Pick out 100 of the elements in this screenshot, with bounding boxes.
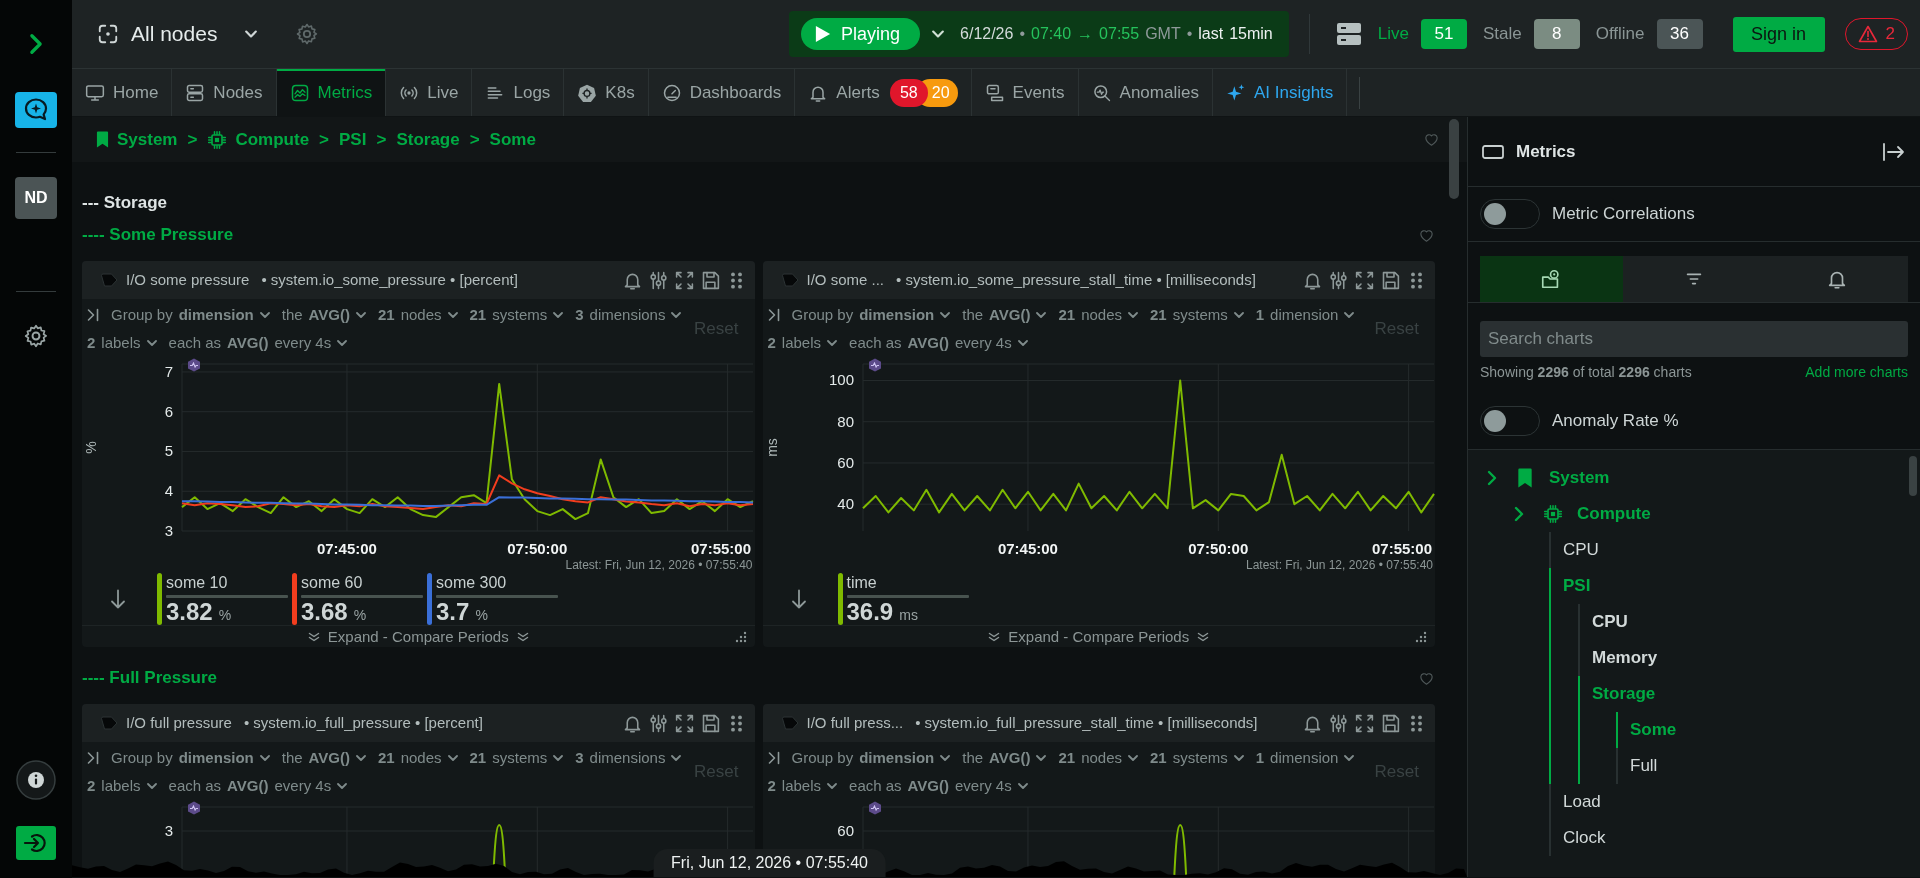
sliders-icon[interactable] xyxy=(1328,269,1349,291)
space-avatar[interactable]: ND xyxy=(15,177,57,219)
tree-item[interactable]: Clock xyxy=(1551,820,1920,856)
anomaly-icon[interactable] xyxy=(868,801,881,815)
arrow-down-icon[interactable] xyxy=(790,589,807,609)
scrollbar-thumb[interactable] xyxy=(1909,456,1917,496)
fullscreen-icon[interactable] xyxy=(673,712,695,734)
resize-grip-icon[interactable] xyxy=(1415,631,1427,644)
tree-item[interactable]: CPU xyxy=(1580,604,1920,640)
count-badge[interactable]: 8 xyxy=(1533,19,1580,49)
nav-tab[interactable]: K8s xyxy=(564,69,649,116)
breadcrumb-link[interactable]: PSI xyxy=(339,126,367,153)
dropdown-button[interactable]: the AVG() xyxy=(962,746,1047,770)
collapse-icon[interactable] xyxy=(767,308,780,322)
server-icon[interactable] xyxy=(1335,22,1362,46)
nav-tab[interactable]: Live xyxy=(386,69,473,116)
breadcrumb-link[interactable]: Compute xyxy=(207,126,310,153)
sliders-icon[interactable] xyxy=(647,269,669,291)
dropdown-button[interactable]: 21 systems xyxy=(1150,303,1244,327)
resize-grip-icon[interactable] xyxy=(734,631,747,644)
dropdown-button[interactable]: the AVG() xyxy=(281,303,366,327)
dropdown-button[interactable]: 21 nodes xyxy=(377,746,458,770)
dropdown-button[interactable]: the AVG() xyxy=(962,303,1047,327)
dropdown-button[interactable]: each as AVG() every 4s xyxy=(168,774,348,798)
enter-icon[interactable] xyxy=(16,826,56,860)
play-button[interactable]: Playing xyxy=(801,18,921,50)
anomaly-icon[interactable] xyxy=(868,358,881,372)
expand-button[interactable]: Expand - Compare Periods xyxy=(307,626,529,647)
fullscreen-icon[interactable] xyxy=(1354,269,1375,291)
tree-item[interactable]: Full xyxy=(1618,748,1920,784)
chat-icon[interactable] xyxy=(15,92,57,128)
settings-icon[interactable] xyxy=(23,323,49,349)
sliders-icon[interactable] xyxy=(647,712,669,734)
dropdown-button[interactable]: 3 dimensions xyxy=(575,746,682,770)
search-field[interactable]: Search charts xyxy=(1480,321,1908,357)
tree-item[interactable]: System xyxy=(1468,460,1920,496)
panel-tab[interactable] xyxy=(1480,256,1623,302)
scrollbar-thumb[interactable] xyxy=(1449,119,1459,199)
chevron-right-icon[interactable] xyxy=(29,33,43,55)
breadcrumb-link[interactable]: System xyxy=(96,126,178,153)
dropdown-button[interactable]: 2 labels xyxy=(767,331,838,355)
tree-item[interactable]: Storage xyxy=(1580,676,1920,712)
collapse-icon[interactable] xyxy=(87,751,99,765)
breadcrumb-link[interactable]: Some xyxy=(489,126,536,153)
dropdown-button[interactable]: 2 labels xyxy=(87,331,157,355)
dropdown-button[interactable]: 1 dimension xyxy=(1255,303,1355,327)
dropdown-button[interactable]: 21 nodes xyxy=(1058,746,1139,770)
dropdown-button[interactable]: each as AVG() every 4s xyxy=(849,331,1028,355)
fullscreen-icon[interactable] xyxy=(1354,712,1375,734)
nav-tab[interactable]: Nodes xyxy=(172,69,277,116)
tree-item[interactable]: CPU xyxy=(1551,532,1920,568)
collapse-icon[interactable] xyxy=(87,308,99,322)
tree-item[interactable]: Memory xyxy=(1580,640,1920,676)
dropdown-button[interactable]: 3 dimensions xyxy=(575,303,682,327)
dropdown-button[interactable]: 21 systems xyxy=(1150,746,1244,770)
nav-tab[interactable]: AI Insights xyxy=(1212,69,1348,116)
dropdown-button[interactable]: Group by dimension xyxy=(791,746,951,770)
nav-tab[interactable]: Metrics xyxy=(276,69,387,116)
info-icon[interactable] xyxy=(16,760,56,800)
dropdown-button[interactable]: 1 dimension xyxy=(1255,746,1355,770)
caret-icon[interactable] xyxy=(932,30,945,38)
expand-button[interactable]: Expand - Compare Periods xyxy=(988,626,1210,647)
dropdown-button[interactable]: 21 nodes xyxy=(1058,303,1139,327)
toggle-switch[interactable] xyxy=(1480,405,1540,436)
fullscreen-icon[interactable] xyxy=(673,269,695,291)
dropdown-button[interactable]: 21 systems xyxy=(469,746,564,770)
count-badge[interactable]: 51 xyxy=(1420,19,1467,49)
tree-item[interactable]: Some xyxy=(1618,712,1920,748)
dropdown-button[interactable]: 2 labels xyxy=(87,774,157,798)
nav-tab[interactable]: Events xyxy=(971,69,1079,116)
nav-tab[interactable]: Alerts 58 20 xyxy=(795,69,972,116)
nav-tab[interactable]: Home xyxy=(72,69,173,116)
dropdown-button[interactable]: 2 labels xyxy=(767,774,838,798)
tree-item[interactable]: Load xyxy=(1551,784,1920,820)
toggle-switch[interactable] xyxy=(1480,199,1540,229)
tree-item[interactable]: PSI xyxy=(1551,568,1920,604)
dropdown-button[interactable]: 21 systems xyxy=(469,303,564,327)
dropdown-button[interactable]: Group by dimension xyxy=(791,303,951,327)
sign-in-button[interactable]: Sign in xyxy=(1732,16,1825,52)
arrow-down-icon[interactable] xyxy=(110,589,126,609)
dropdown-button[interactable]: Group by dimension xyxy=(111,303,270,327)
dropdown-button[interactable]: Group by dimension xyxy=(111,746,270,770)
nav-tab[interactable]: Anomalies xyxy=(1078,69,1213,116)
dropdown-button[interactable]: each as AVG() every 4s xyxy=(849,774,1028,798)
nav-tab[interactable]: Logs xyxy=(472,69,565,116)
breadcrumb-link[interactable]: Storage xyxy=(396,126,460,153)
add-charts-link[interactable]: Add more charts xyxy=(1805,364,1908,380)
collapse-icon[interactable] xyxy=(767,751,780,765)
dropdown-button[interactable]: 21 nodes xyxy=(377,303,458,327)
anomaly-icon[interactable] xyxy=(188,358,200,372)
nav-tab[interactable]: Dashboards xyxy=(648,69,796,116)
sliders-icon[interactable] xyxy=(1328,712,1349,734)
dropdown-button[interactable]: the AVG() xyxy=(281,746,366,770)
room-selector[interactable]: All nodes xyxy=(97,18,258,50)
dropdown-button[interactable]: each as AVG() every 4s xyxy=(168,331,348,355)
count-badge[interactable]: 36 xyxy=(1656,19,1703,49)
save-icon[interactable] xyxy=(1380,269,1401,291)
collapse-sidebar-icon[interactable] xyxy=(1882,141,1906,162)
save-icon[interactable] xyxy=(1380,712,1401,734)
anomaly-icon[interactable] xyxy=(188,801,200,815)
